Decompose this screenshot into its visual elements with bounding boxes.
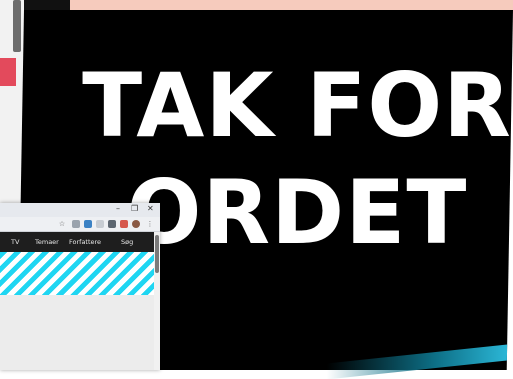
nav-item-forfattere[interactable]: Forfattere [69, 232, 101, 252]
browser-window[interactable]: – ❐ ✕ ☆ ⋮ TV Temaer Forfattere Søg [0, 203, 160, 370]
menu-icon[interactable]: ⋮ [146, 220, 154, 228]
minimize-icon[interactable]: – [116, 204, 120, 213]
puzzle-icon[interactable] [96, 220, 104, 228]
extension-icon[interactable] [84, 220, 92, 228]
nav-item-temaer[interactable]: Temaer [35, 232, 59, 252]
maximize-icon[interactable]: ❐ [131, 204, 138, 213]
shield-icon[interactable] [108, 220, 116, 228]
browser-toolbar: ☆ ⋮ [0, 217, 160, 232]
flag-icon[interactable] [120, 220, 128, 228]
profile-icon[interactable] [132, 220, 140, 228]
headline-line-1: TAK FOR [82, 54, 512, 157]
site-navigation: TV Temaer Forfattere Søg [0, 232, 154, 252]
browser-scroll-thumb[interactable] [155, 235, 159, 273]
chat-icon[interactable] [72, 220, 80, 228]
background-scrollbar[interactable] [13, 0, 21, 52]
background-red-element [0, 58, 16, 86]
browser-titlebar[interactable]: – ❐ ✕ [0, 203, 160, 217]
top-pink-strip [68, 0, 513, 10]
hero-striped-banner [0, 252, 154, 295]
slide-glow-accent [326, 344, 508, 379]
star-icon[interactable]: ☆ [58, 220, 66, 228]
close-icon[interactable]: ✕ [147, 204, 154, 213]
nav-item-tv[interactable]: TV [11, 232, 19, 252]
page-content-area [0, 295, 154, 370]
nav-item-sog[interactable]: Søg [121, 232, 133, 252]
